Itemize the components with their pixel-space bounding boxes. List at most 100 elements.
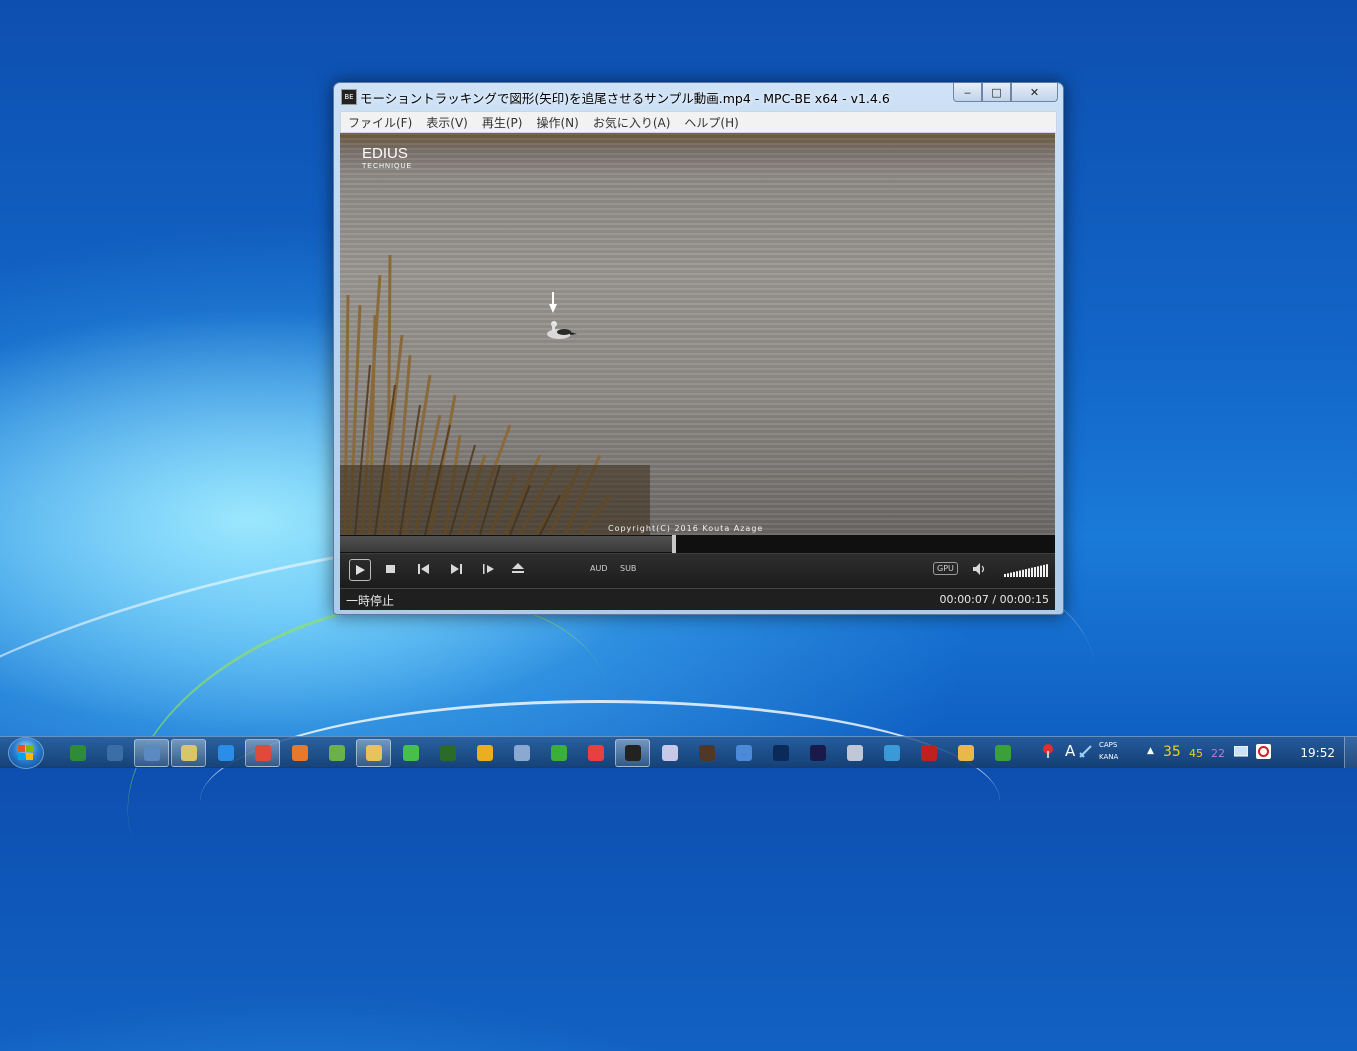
volume-bar bbox=[1034, 567, 1036, 577]
frame-step-icon bbox=[483, 564, 494, 574]
seek-bar[interactable] bbox=[340, 535, 1055, 553]
taskbar-app-button[interactable] bbox=[504, 739, 539, 767]
calculator-icon bbox=[846, 745, 863, 761]
volume-bar bbox=[1016, 571, 1018, 577]
image-viewer-icon bbox=[883, 745, 900, 761]
speaker-icon bbox=[973, 563, 985, 575]
seek-progress bbox=[340, 536, 674, 552]
stop-icon bbox=[386, 565, 395, 573]
menu-navigate[interactable]: 操作(N) bbox=[529, 114, 585, 131]
ime-mode-indicator[interactable]: A bbox=[1065, 742, 1075, 760]
taskbar-app-button[interactable] bbox=[467, 739, 502, 767]
seek-thumb[interactable] bbox=[672, 535, 676, 553]
taskbar-app-button[interactable] bbox=[541, 739, 576, 767]
edius-logo: EDIUS TECHNIQUE bbox=[362, 146, 413, 173]
windows-logo-icon bbox=[18, 745, 33, 760]
subtitle-track-button[interactable]: SUB bbox=[620, 564, 636, 573]
menu-help[interactable]: ヘルプ(H) bbox=[677, 114, 745, 131]
volume-bar bbox=[1028, 568, 1030, 577]
taskbar-app-button[interactable] bbox=[393, 739, 428, 767]
taskbar-app-button[interactable] bbox=[97, 739, 132, 767]
title-bar[interactable]: BE モーショントラッキングで図形(矢印)を追尾させるサンプル動画.mp4 - … bbox=[334, 83, 1063, 109]
taskbar-app-button[interactable] bbox=[356, 739, 391, 767]
tray-counter-2[interactable]: 45 bbox=[1189, 747, 1203, 760]
playback-state: 一時停止 bbox=[346, 594, 395, 608]
globe-icon bbox=[735, 745, 752, 761]
taskbar-app-button[interactable] bbox=[652, 739, 687, 767]
taskbar-app-button[interactable] bbox=[282, 739, 317, 767]
menu-play[interactable]: 再生(P) bbox=[475, 114, 530, 131]
ime-pen-icon[interactable] bbox=[1079, 745, 1093, 759]
frame-step-button[interactable] bbox=[483, 564, 495, 574]
eject-icon bbox=[512, 563, 524, 573]
tray-flag-icon[interactable] bbox=[1041, 743, 1055, 759]
menu-view[interactable]: 表示(V) bbox=[419, 114, 475, 131]
alarm-icon bbox=[587, 745, 604, 761]
gpu-indicator[interactable]: GPU bbox=[933, 562, 958, 575]
taskbar-app-button[interactable] bbox=[134, 739, 169, 767]
minimize-button[interactable]: ‒ bbox=[953, 83, 982, 102]
volume-slider[interactable] bbox=[1004, 563, 1050, 577]
show-hidden-icons-button[interactable]: ▲ bbox=[1147, 746, 1154, 756]
taskbar-app-button[interactable] bbox=[245, 739, 280, 767]
itunes-icon bbox=[661, 745, 678, 761]
window-icon bbox=[180, 745, 197, 761]
volume-bar bbox=[1046, 564, 1048, 577]
mute-button[interactable] bbox=[973, 563, 987, 575]
maximize-button[interactable]: □ bbox=[982, 83, 1011, 102]
eject-button[interactable] bbox=[512, 563, 524, 574]
taskbar-app-button[interactable] bbox=[430, 739, 465, 767]
menu-file[interactable]: ファイル(F) bbox=[341, 114, 419, 131]
previous-button[interactable] bbox=[418, 564, 430, 574]
chrome-icon bbox=[254, 745, 271, 761]
taskbar-app-button[interactable] bbox=[615, 739, 650, 767]
taskbar-app-button[interactable] bbox=[837, 739, 872, 767]
reeds-image bbox=[340, 254, 650, 535]
vlc-like-icon bbox=[476, 745, 493, 761]
taskbar-app-button[interactable] bbox=[208, 739, 243, 767]
taskbar-app-button[interactable] bbox=[726, 739, 761, 767]
volume-bar bbox=[1022, 569, 1024, 577]
taskbar-app-button[interactable] bbox=[319, 739, 354, 767]
taskbar-app-button[interactable] bbox=[578, 739, 613, 767]
tray-counter-1[interactable]: 35 bbox=[1163, 744, 1181, 760]
taskbar-app-button[interactable] bbox=[985, 739, 1020, 767]
video-frame[interactable]: EDIUS TECHNIQUE Copyright(C) 2016 Kouta … bbox=[340, 133, 1055, 535]
volume-bar bbox=[1013, 571, 1015, 577]
mpc-be-icon bbox=[624, 745, 641, 761]
taskbar-app-button[interactable] bbox=[60, 739, 95, 767]
mpc-be-app-icon[interactable]: BE bbox=[341, 89, 357, 105]
taskbar-app-button[interactable] bbox=[763, 739, 798, 767]
power-tray-icon[interactable] bbox=[1256, 744, 1271, 759]
ladybug-icon bbox=[920, 745, 937, 761]
obs-icon bbox=[698, 745, 715, 761]
close-button[interactable]: ✕ bbox=[1011, 83, 1058, 102]
audio-track-button[interactable]: AUD bbox=[590, 564, 608, 573]
menu-favorites[interactable]: お気に入り(A) bbox=[586, 114, 678, 131]
taskbar-app-button[interactable] bbox=[911, 739, 946, 767]
volume-bar bbox=[1040, 565, 1042, 577]
play-icon bbox=[356, 565, 365, 575]
window-title: モーショントラッキングで図形(矢印)を追尾させるサンプル動画.mp4 - MPC… bbox=[360, 91, 890, 106]
mpc-be-window[interactable]: BE モーショントラッキングで図形(矢印)を追尾させるサンプル動画.mp4 - … bbox=[333, 82, 1064, 615]
copyright-text: Copyright(C) 2016 Kouta Azage bbox=[608, 524, 764, 533]
logo-subtext: TECHNIQUE bbox=[362, 163, 413, 170]
tray-counter-3[interactable]: 22 bbox=[1211, 747, 1225, 760]
skip-back-icon bbox=[418, 564, 429, 574]
excel-like-icon bbox=[69, 745, 86, 761]
taskbar-app-button[interactable] bbox=[800, 739, 835, 767]
taskbar-pinned-apps bbox=[60, 739, 1022, 767]
start-button[interactable] bbox=[8, 737, 44, 769]
monitor-icon bbox=[106, 745, 123, 761]
volume-bar bbox=[1010, 572, 1012, 577]
taskbar-app-button[interactable] bbox=[948, 739, 983, 767]
show-desktop-button[interactable] bbox=[1344, 737, 1357, 768]
stop-button[interactable] bbox=[386, 564, 396, 574]
taskbar-app-button[interactable] bbox=[689, 739, 724, 767]
clock[interactable]: 19:52 bbox=[1300, 746, 1335, 760]
taskbar-app-button[interactable] bbox=[874, 739, 909, 767]
taskbar-app-button[interactable] bbox=[171, 739, 206, 767]
next-button[interactable] bbox=[450, 564, 462, 574]
play-button[interactable] bbox=[349, 559, 371, 581]
display-tray-icon[interactable] bbox=[1234, 746, 1248, 758]
